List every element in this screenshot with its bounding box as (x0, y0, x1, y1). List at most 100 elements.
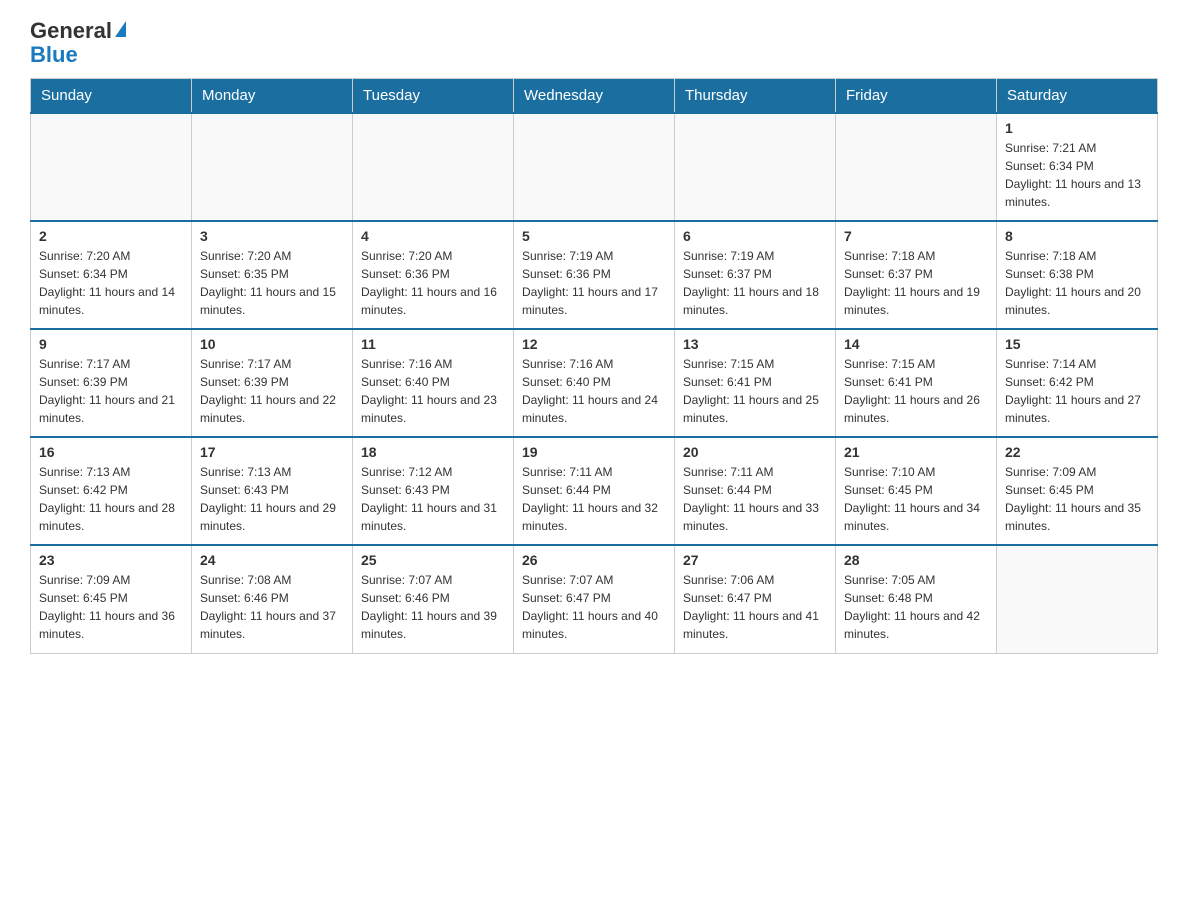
header-day-saturday: Saturday (997, 79, 1158, 114)
day-number: 26 (522, 552, 666, 568)
day-number: 6 (683, 228, 827, 244)
day-number: 17 (200, 444, 344, 460)
calendar-cell: 18 Sunrise: 7:12 AMSunset: 6:43 PMDayligh… (353, 437, 514, 545)
day-info: Sunrise: 7:19 AMSunset: 6:37 PMDaylight:… (683, 247, 827, 319)
day-info: Sunrise: 7:06 AMSunset: 6:47 PMDaylight:… (683, 571, 827, 643)
calendar-cell: 13Sunrise: 7:15 AMSunset: 6:41 PMDayligh… (675, 329, 836, 437)
page-header: General Blue (30, 20, 1158, 68)
day-number: 18 (361, 444, 505, 460)
day-number: 23 (39, 552, 183, 568)
week-row-4: 16 Sunrise: 7:13 AMSunset: 6:42 PMDayligh… (31, 437, 1158, 545)
day-info: Sunrise: 7:14 AMSunset: 6:42 PMDaylight:… (1005, 355, 1149, 427)
calendar-cell: 21 Sunrise: 7:10 AMSunset: 6:45 PMDayligh… (836, 437, 997, 545)
calendar-cell: 8 Sunrise: 7:18 AMSunset: 6:38 PMDaylight… (997, 221, 1158, 329)
day-info: Sunrise: 7:21 AMSunset: 6:34 PMDaylight:… (1005, 139, 1149, 211)
logo: General Blue (30, 20, 126, 68)
day-info: Sunrise: 7:20 AMSunset: 6:35 PMDaylight:… (200, 247, 344, 319)
day-number: 11 (361, 336, 505, 352)
calendar-cell: 25Sunrise: 7:07 AMSunset: 6:46 PMDayligh… (353, 545, 514, 653)
header-day-wednesday: Wednesday (514, 79, 675, 114)
day-number: 2 (39, 228, 183, 244)
calendar-cell: 12 Sunrise: 7:16 AMSunset: 6:40 PMDayligh… (514, 329, 675, 437)
calendar-cell: 9 Sunrise: 7:17 AMSunset: 6:39 PMDaylight… (31, 329, 192, 437)
day-info: Sunrise: 7:07 AMSunset: 6:46 PMDaylight:… (361, 571, 505, 643)
day-number: 21 (844, 444, 988, 460)
calendar-cell: 6 Sunrise: 7:19 AMSunset: 6:37 PMDaylight… (675, 221, 836, 329)
day-info: Sunrise: 7:17 AMSunset: 6:39 PMDaylight:… (200, 355, 344, 427)
calendar-cell: 16 Sunrise: 7:13 AMSunset: 6:42 PMDayligh… (31, 437, 192, 545)
logo-blue: Blue (30, 42, 78, 68)
day-number: 16 (39, 444, 183, 460)
calendar-cell: 1 Sunrise: 7:21 AMSunset: 6:34 PMDaylight… (997, 113, 1158, 221)
day-info: Sunrise: 7:11 AMSunset: 6:44 PMDaylight:… (522, 463, 666, 535)
calendar-cell (514, 113, 675, 221)
week-row-1: 1 Sunrise: 7:21 AMSunset: 6:34 PMDaylight… (31, 113, 1158, 221)
day-info: Sunrise: 7:20 AMSunset: 6:36 PMDaylight:… (361, 247, 505, 319)
day-number: 24 (200, 552, 344, 568)
calendar-cell: 19 Sunrise: 7:11 AMSunset: 6:44 PMDayligh… (514, 437, 675, 545)
day-number: 8 (1005, 228, 1149, 244)
day-number: 13 (683, 336, 827, 352)
day-number: 10 (200, 336, 344, 352)
calendar-cell (353, 113, 514, 221)
calendar-table: SundayMondayTuesdayWednesdayThursdayFrid… (30, 78, 1158, 654)
day-info: Sunrise: 7:10 AMSunset: 6:45 PMDaylight:… (844, 463, 988, 535)
day-number: 14 (844, 336, 988, 352)
calendar-cell: 20Sunrise: 7:11 AMSunset: 6:44 PMDayligh… (675, 437, 836, 545)
day-number: 22 (1005, 444, 1149, 460)
calendar-cell (31, 113, 192, 221)
calendar-cell: 15Sunrise: 7:14 AMSunset: 6:42 PMDayligh… (997, 329, 1158, 437)
day-info: Sunrise: 7:15 AMSunset: 6:41 PMDaylight:… (844, 355, 988, 427)
week-row-2: 2 Sunrise: 7:20 AMSunset: 6:34 PMDaylight… (31, 221, 1158, 329)
day-number: 9 (39, 336, 183, 352)
day-info: Sunrise: 7:12 AMSunset: 6:43 PMDaylight:… (361, 463, 505, 535)
calendar-cell: 23 Sunrise: 7:09 AMSunset: 6:45 PMDayligh… (31, 545, 192, 653)
calendar-cell: 2 Sunrise: 7:20 AMSunset: 6:34 PMDaylight… (31, 221, 192, 329)
header-day-tuesday: Tuesday (353, 79, 514, 114)
calendar-cell: 3Sunrise: 7:20 AMSunset: 6:35 PMDaylight… (192, 221, 353, 329)
day-number: 12 (522, 336, 666, 352)
day-number: 1 (1005, 120, 1149, 136)
calendar-cell: 24 Sunrise: 7:08 AMSunset: 6:46 PMDayligh… (192, 545, 353, 653)
day-number: 5 (522, 228, 666, 244)
calendar-cell: 17 Sunrise: 7:13 AMSunset: 6:43 PMDayligh… (192, 437, 353, 545)
header-row: SundayMondayTuesdayWednesdayThursdayFrid… (31, 79, 1158, 114)
day-info: Sunrise: 7:19 AMSunset: 6:36 PMDaylight:… (522, 247, 666, 319)
week-row-5: 23 Sunrise: 7:09 AMSunset: 6:45 PMDayligh… (31, 545, 1158, 653)
day-info: Sunrise: 7:09 AMSunset: 6:45 PMDaylight:… (1005, 463, 1149, 535)
day-info: Sunrise: 7:05 AMSunset: 6:48 PMDaylight:… (844, 571, 988, 643)
header-day-thursday: Thursday (675, 79, 836, 114)
day-info: Sunrise: 7:18 AMSunset: 6:37 PMDaylight:… (844, 247, 988, 319)
day-info: Sunrise: 7:16 AMSunset: 6:40 PMDaylight:… (361, 355, 505, 427)
calendar-cell: 7Sunrise: 7:18 AMSunset: 6:37 PMDaylight… (836, 221, 997, 329)
day-number: 4 (361, 228, 505, 244)
day-info: Sunrise: 7:20 AMSunset: 6:34 PMDaylight:… (39, 247, 183, 319)
day-info: Sunrise: 7:07 AMSunset: 6:47 PMDaylight:… (522, 571, 666, 643)
calendar-cell (997, 545, 1158, 653)
day-info: Sunrise: 7:13 AMSunset: 6:42 PMDaylight:… (39, 463, 183, 535)
day-info: Sunrise: 7:16 AMSunset: 6:40 PMDaylight:… (522, 355, 666, 427)
header-day-friday: Friday (836, 79, 997, 114)
week-row-3: 9 Sunrise: 7:17 AMSunset: 6:39 PMDaylight… (31, 329, 1158, 437)
calendar-cell: 10 Sunrise: 7:17 AMSunset: 6:39 PMDayligh… (192, 329, 353, 437)
calendar-cell (836, 113, 997, 221)
day-number: 27 (683, 552, 827, 568)
calendar-cell: 14 Sunrise: 7:15 AMSunset: 6:41 PMDayligh… (836, 329, 997, 437)
calendar-cell: 28Sunrise: 7:05 AMSunset: 6:48 PMDayligh… (836, 545, 997, 653)
day-info: Sunrise: 7:18 AMSunset: 6:38 PMDaylight:… (1005, 247, 1149, 319)
calendar-cell (192, 113, 353, 221)
calendar-cell (675, 113, 836, 221)
day-info: Sunrise: 7:17 AMSunset: 6:39 PMDaylight:… (39, 355, 183, 427)
calendar-cell: 11 Sunrise: 7:16 AMSunset: 6:40 PMDayligh… (353, 329, 514, 437)
day-number: 19 (522, 444, 666, 460)
logo-general: General (30, 20, 112, 42)
day-info: Sunrise: 7:11 AMSunset: 6:44 PMDaylight:… (683, 463, 827, 535)
day-info: Sunrise: 7:08 AMSunset: 6:46 PMDaylight:… (200, 571, 344, 643)
calendar-cell: 5 Sunrise: 7:19 AMSunset: 6:36 PMDaylight… (514, 221, 675, 329)
calendar-cell: 4 Sunrise: 7:20 AMSunset: 6:36 PMDaylight… (353, 221, 514, 329)
day-info: Sunrise: 7:09 AMSunset: 6:45 PMDaylight:… (39, 571, 183, 643)
calendar-cell: 26 Sunrise: 7:07 AMSunset: 6:47 PMDayligh… (514, 545, 675, 653)
header-day-monday: Monday (192, 79, 353, 114)
day-info: Sunrise: 7:13 AMSunset: 6:43 PMDaylight:… (200, 463, 344, 535)
calendar-cell: 27 Sunrise: 7:06 AMSunset: 6:47 PMDayligh… (675, 545, 836, 653)
